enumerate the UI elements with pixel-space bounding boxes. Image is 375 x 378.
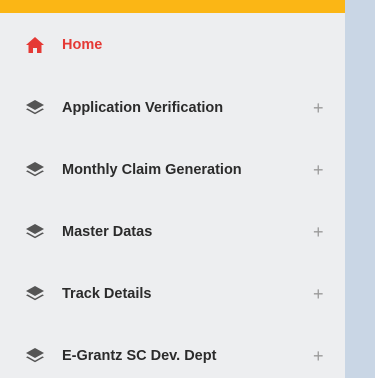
expand-icon[interactable]: +: [313, 99, 324, 117]
layers-icon: [24, 221, 46, 243]
sidebar-item-label: Monthly Claim Generation: [62, 162, 242, 178]
sidebar-item-label: E-Grantz SC Dev. Dept: [62, 348, 217, 364]
sidebar-item-label: Master Datas: [62, 224, 153, 240]
sidebar-item-label: Application Verification: [62, 100, 224, 116]
app-frame: Home Application Verification + Monthly …: [0, 0, 375, 378]
layers-icon: [24, 345, 46, 367]
sidebar-item-label: Track Details: [62, 286, 152, 302]
layers-icon: [24, 97, 46, 119]
expand-icon[interactable]: +: [313, 285, 324, 303]
sidebar-item-label: Home: [62, 37, 103, 53]
main-content-pane: [345, 0, 375, 378]
sidebar-item-track-details[interactable]: Track Details +: [0, 263, 345, 325]
home-icon: [24, 34, 46, 56]
sidebar-item-master-datas[interactable]: Master Datas +: [0, 201, 345, 263]
sidebar-item-application-verification[interactable]: Application Verification +: [0, 77, 345, 139]
layers-icon: [24, 283, 46, 305]
layers-icon: [24, 159, 46, 181]
sidebar-menu: Home Application Verification + Monthly …: [0, 13, 345, 378]
sidebar-item-home[interactable]: Home: [0, 13, 345, 77]
expand-icon[interactable]: +: [313, 347, 324, 365]
sidebar-item-e-grantz-sc-dev-dept[interactable]: E-Grantz SC Dev. Dept +: [0, 325, 345, 378]
expand-icon[interactable]: +: [313, 161, 324, 179]
sidebar-accent-bar: [0, 0, 345, 13]
sidebar-item-monthly-claim-generation[interactable]: Monthly Claim Generation +: [0, 139, 345, 201]
sidebar: Home Application Verification + Monthly …: [0, 0, 345, 378]
expand-icon[interactable]: +: [313, 223, 324, 241]
